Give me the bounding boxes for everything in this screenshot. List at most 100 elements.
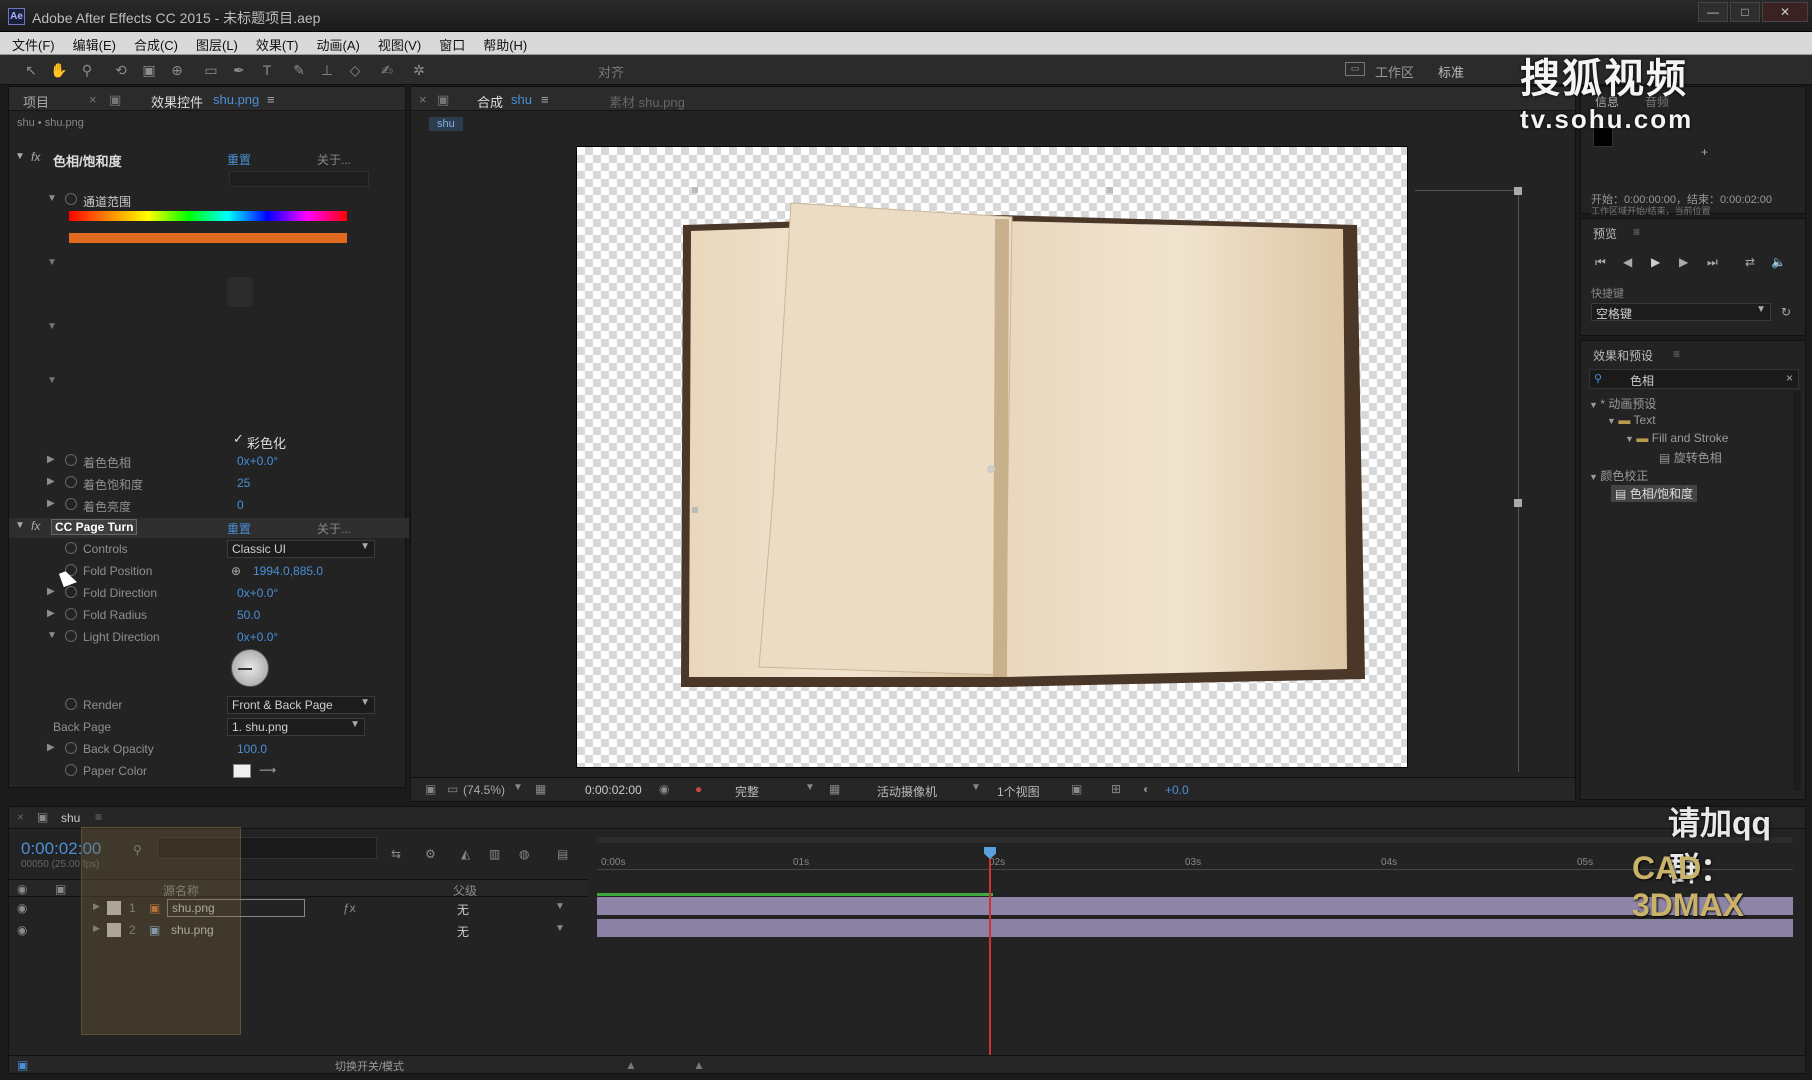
expand-toggle-icon[interactable]: ▼ — [1589, 400, 1600, 410]
expand-toggle-icon[interactable]: ▶ — [47, 608, 55, 619]
next-frame-icon[interactable]: ▶ — [1679, 255, 1688, 269]
comp-mini-flowchart-icon[interactable]: ⇆ — [391, 847, 401, 861]
zoom-tool-icon[interactable]: ⚲ — [78, 61, 96, 79]
panel-menu-icon[interactable]: ≡ — [95, 810, 102, 824]
audio-icon[interactable]: 🔈 — [1771, 255, 1786, 269]
current-time-indicator[interactable] — [989, 847, 991, 1069]
stopwatch-icon[interactable] — [65, 193, 77, 205]
chevron-down-icon[interactable]: ▼ — [555, 923, 565, 934]
layer-2-duration-bar[interactable] — [597, 919, 1793, 937]
fx-switch-icon[interactable]: ƒx — [343, 901, 356, 915]
channel-control-dropdown[interactable] — [229, 171, 369, 187]
effect-cc-page-turn[interactable]: ▼ fx CC Page Turn 重置 关于... — [9, 518, 409, 538]
close-tab-icon[interactable]: × — [419, 92, 427, 107]
effects-search-input[interactable]: ⚲ 色相 × — [1589, 369, 1799, 389]
tree-item-selected[interactable]: ▤ 色相/饱和度 — [1611, 485, 1698, 502]
selection-tool-icon[interactable]: ↖ — [22, 61, 40, 79]
menu-animation[interactable]: 动画(A) — [305, 32, 366, 54]
type-tool-icon[interactable]: T — [258, 61, 276, 79]
eye-icon[interactable]: ◉ — [17, 882, 27, 896]
panel-menu-icon[interactable]: ≡ — [1633, 225, 1640, 239]
about-link[interactable]: 关于... — [317, 520, 351, 537]
lock-icon[interactable]: ▣ — [109, 92, 121, 108]
rotate-tool-icon[interactable]: ⟲ — [112, 61, 130, 79]
clone-stamp-tool-icon[interactable]: ⊥ — [318, 61, 336, 79]
property-value[interactable]: 50.0 — [237, 608, 260, 622]
zoom-out-icon[interactable]: ▲ — [625, 1058, 637, 1072]
fx-icon[interactable]: fx — [31, 150, 40, 164]
property-value[interactable]: 0x+0.0° — [237, 586, 278, 600]
tab-composition[interactable]: 合成 — [477, 92, 503, 111]
expand-toggle-icon[interactable]: ▶ — [47, 586, 55, 597]
minimize-button[interactable]: — — [1698, 2, 1728, 22]
grid-icon[interactable]: ▦ — [535, 782, 546, 796]
chevron-down-icon[interactable]: ▼ — [555, 901, 565, 912]
brush-tool-icon[interactable]: ✎ — [290, 61, 308, 79]
visibility-eye-icon[interactable]: ◉ — [17, 901, 27, 915]
composition-canvas[interactable] — [576, 146, 1408, 768]
menu-window[interactable]: 窗口 — [427, 32, 471, 54]
last-frame-icon[interactable]: ⏭ — [1707, 255, 1718, 270]
tree-item[interactable]: ▼ 颜色校正 — [1589, 467, 1648, 484]
master-hue-dial[interactable] — [227, 277, 253, 307]
resolution-dropdown[interactable]: 完整 — [735, 783, 759, 800]
clear-search-icon[interactable]: × — [1786, 371, 1793, 385]
motion-blur-icon[interactable]: ◍ — [519, 847, 529, 861]
property-value[interactable]: 100.0 — [237, 742, 267, 756]
stopwatch-icon[interactable] — [65, 698, 77, 710]
eraser-tool-icon[interactable]: ◇ — [346, 61, 364, 79]
layer-handle[interactable] — [1514, 187, 1522, 195]
controls-dropdown[interactable]: Classic UI ▼ — [227, 540, 375, 558]
frame-blending-icon[interactable]: ▥ — [489, 847, 500, 861]
property-value[interactable]: 1994.0,885.0 — [253, 564, 323, 578]
exposure-value[interactable]: +0.0 — [1165, 783, 1189, 797]
work-area-bar[interactable] — [597, 837, 1793, 843]
flowchart-icon[interactable]: ⊞ — [1111, 782, 1121, 796]
workspace-selector[interactable]: 标准 — [1438, 62, 1464, 81]
reset-exposure-icon[interactable]: ◐ — [1143, 782, 1150, 796]
close-tab-icon[interactable]: × — [89, 92, 97, 107]
tab-effect-controls[interactable]: 效果控件 — [151, 92, 203, 111]
light-direction-dial[interactable] — [231, 649, 269, 687]
snapshot-icon[interactable]: ◉ — [659, 782, 669, 796]
chevron-down-icon[interactable]: ▼ — [805, 782, 815, 793]
graph-editor-icon[interactable]: ▤ — [557, 847, 568, 861]
expand-toggle-icon[interactable]: ▼ — [47, 257, 57, 268]
crosshair-icon[interactable]: ⊕ — [231, 564, 241, 578]
expand-toggle-icon[interactable]: ▼ — [47, 321, 57, 332]
stopwatch-icon[interactable] — [65, 608, 77, 620]
pan-behind-tool-icon[interactable]: ⊕ — [168, 61, 186, 79]
panel-menu-icon[interactable]: ≡ — [541, 92, 549, 107]
expand-toggle-icon[interactable]: ▶ — [47, 498, 55, 509]
expand-toggle-icon[interactable]: ▶ — [47, 742, 55, 753]
camera-dropdown[interactable]: 活动摄像机 — [877, 783, 937, 800]
lock-icon[interactable]: ▣ — [55, 882, 66, 896]
reset-link[interactable]: 重置 — [227, 520, 251, 537]
stopwatch-icon[interactable] — [65, 764, 77, 776]
parent-dropdown[interactable]: 无 — [457, 901, 469, 918]
hand-tool-icon[interactable]: ✋ — [50, 61, 68, 79]
back-page-dropdown[interactable]: 1. shu.png ▼ — [227, 718, 365, 736]
timeline-comp-name[interactable]: shu — [61, 811, 80, 825]
menu-layer[interactable]: 图层(L) — [184, 32, 244, 54]
expand-toggle-icon[interactable]: ▼ — [47, 375, 57, 386]
stopwatch-icon[interactable] — [65, 542, 77, 554]
first-frame-icon[interactable]: ⏮ — [1595, 255, 1606, 270]
layer-handle[interactable] — [1514, 499, 1522, 507]
effect-hue-saturation[interactable]: ▼ fx 色相/饱和度 重置 关于... — [9, 149, 409, 169]
view-layout-dropdown[interactable]: 1个视图 — [997, 783, 1040, 800]
expand-toggle-icon[interactable]: ▼ — [15, 520, 25, 531]
menu-view[interactable]: 视图(V) — [366, 32, 427, 54]
expand-toggle-icon[interactable]: ▼ — [47, 193, 57, 204]
stopwatch-icon[interactable] — [65, 498, 77, 510]
expand-toggle-icon[interactable]: ▶ — [47, 454, 55, 465]
layer-handle[interactable] — [692, 507, 698, 513]
panel-menu-icon[interactable]: ≡ — [267, 92, 275, 107]
colorize-checkbox[interactable]: ✓ — [233, 431, 244, 447]
close-button[interactable]: ✕ — [1762, 2, 1808, 22]
expand-toggle-icon[interactable]: ▶ — [47, 476, 55, 487]
play-icon[interactable]: ▶ — [1651, 255, 1660, 269]
maximize-button[interactable]: □ — [1730, 2, 1760, 22]
tree-item[interactable]: ▼ ▬ Text — [1607, 413, 1656, 427]
menu-help[interactable]: 帮助(H) — [471, 32, 533, 54]
